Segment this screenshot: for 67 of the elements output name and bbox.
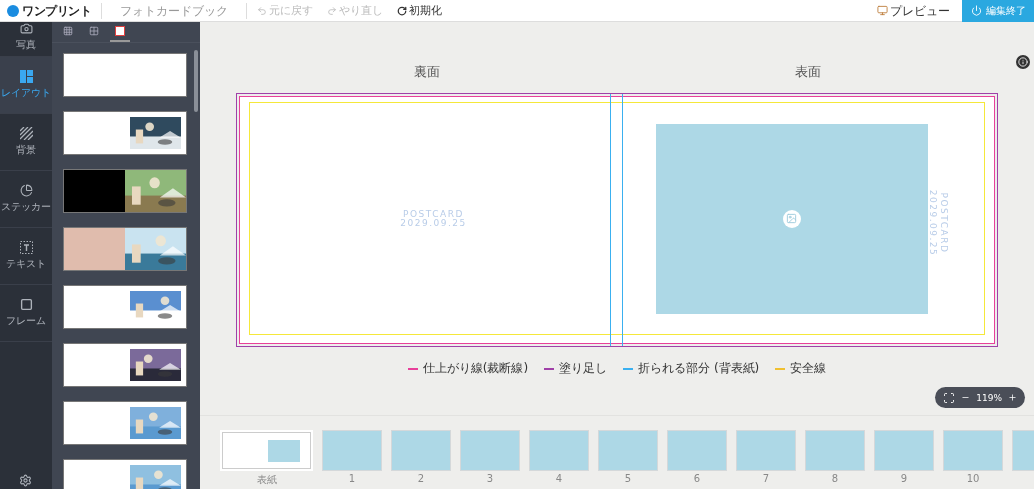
legend-label: 塗り足し bbox=[559, 361, 608, 376]
sticker-icon bbox=[19, 184, 33, 197]
info-glyph-icon bbox=[1018, 57, 1028, 67]
fit-screen-button[interactable] bbox=[943, 391, 956, 404]
page-thumbnail[interactable] bbox=[874, 430, 934, 471]
power-icon bbox=[970, 5, 982, 16]
logo-text: ワンプリント bbox=[22, 2, 91, 19]
monitor-icon bbox=[877, 5, 888, 16]
legend-label: 安全線 bbox=[790, 361, 827, 376]
page-label: 7 bbox=[762, 473, 770, 484]
sidebar-item[interactable]: レイアウト bbox=[0, 57, 52, 114]
page-label: 1 bbox=[348, 473, 356, 484]
page-label: 9 bbox=[900, 473, 908, 484]
plus-icon bbox=[1008, 393, 1017, 402]
sidebar-item[interactable]: 写真 bbox=[0, 22, 52, 57]
page-thumbnail[interactable] bbox=[598, 430, 658, 471]
page-thumbnail[interactable] bbox=[391, 430, 451, 471]
layout-icon bbox=[19, 70, 33, 83]
info-icon[interactable] bbox=[1016, 55, 1030, 69]
page-label: 3 bbox=[486, 473, 494, 484]
layout-thumbnail[interactable] bbox=[63, 53, 187, 97]
scrollbar[interactable] bbox=[194, 50, 198, 112]
redo-icon bbox=[327, 5, 337, 16]
page-label: 6 bbox=[693, 473, 701, 484]
page-thumbnail[interactable] bbox=[943, 430, 1003, 471]
page-thumbnail[interactable] bbox=[805, 430, 865, 471]
layout-thumbnail[interactable] bbox=[63, 227, 187, 271]
front-side-label: 表面 bbox=[793, 63, 822, 81]
page-label: 8 bbox=[831, 473, 839, 484]
product-name: フォトカードブック bbox=[102, 2, 247, 19]
layout-thumbnail[interactable] bbox=[63, 285, 187, 329]
fit-screen-icon bbox=[943, 391, 956, 404]
settings-icon[interactable] bbox=[19, 474, 32, 487]
zoom-level: 119% bbox=[976, 392, 1002, 403]
page-label: 5 bbox=[624, 473, 632, 484]
square-icon bbox=[115, 26, 125, 36]
hatch-icon bbox=[19, 127, 33, 140]
legend-label: 仕上がり線(裁断線) bbox=[422, 361, 529, 376]
page-label: 表紙 bbox=[256, 473, 277, 487]
legend-label: 折られる部分 (背表紙) bbox=[638, 361, 760, 376]
page-thumbnail[interactable] bbox=[529, 430, 589, 471]
layout-thumbnail[interactable] bbox=[63, 401, 187, 445]
postcard-text: POSTCARD 2029.09.25 bbox=[400, 209, 467, 228]
grid-icon bbox=[63, 26, 73, 36]
zoom-in-button[interactable] bbox=[1008, 393, 1017, 402]
camera-icon bbox=[19, 22, 33, 35]
page-label: 10 bbox=[966, 473, 980, 484]
reset-icon bbox=[397, 5, 407, 16]
layout-thumbnail[interactable] bbox=[63, 169, 187, 213]
layout-thumbnail[interactable] bbox=[63, 111, 187, 155]
text-frame-icon bbox=[19, 241, 33, 254]
page-thumbnail[interactable] bbox=[736, 430, 796, 471]
reset-button[interactable]: 初期化 bbox=[393, 2, 446, 19]
page-thumbnail[interactable] bbox=[667, 430, 727, 471]
page-thumbnail[interactable] bbox=[322, 430, 382, 471]
grid-icon bbox=[89, 26, 99, 36]
image-icon bbox=[786, 213, 797, 224]
page-label: 4 bbox=[555, 473, 563, 484]
frame-icon bbox=[19, 298, 33, 311]
page-thumbnail[interactable] bbox=[460, 430, 520, 471]
page-label: 2 bbox=[417, 473, 425, 484]
preview-button[interactable]: プレビュー bbox=[873, 2, 954, 19]
undo-icon bbox=[257, 5, 267, 16]
logo-icon bbox=[7, 4, 19, 17]
postcard-text: POSTCARD 2029.09.25 bbox=[927, 189, 950, 257]
layout-thumbnail[interactable] bbox=[63, 343, 187, 387]
back-side-label: 裏面 bbox=[412, 63, 441, 81]
